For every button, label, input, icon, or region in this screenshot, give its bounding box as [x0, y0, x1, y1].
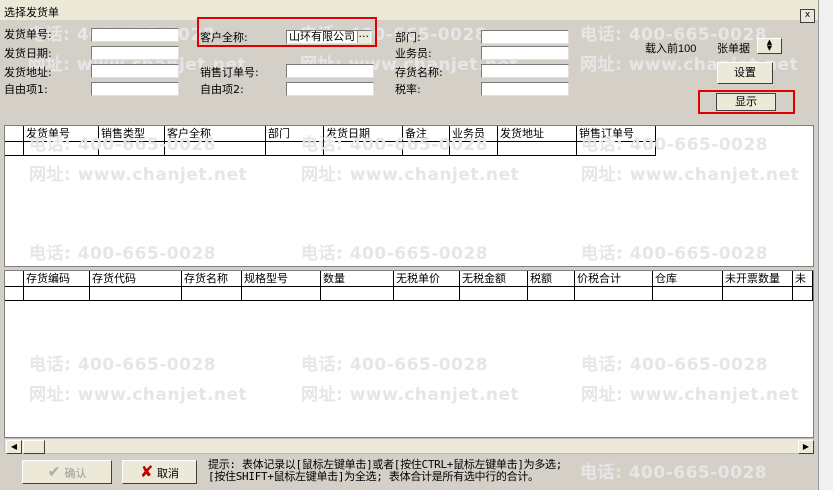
delivery-header-table[interactable]: 发货单号 销售类型 客户全称 部门 发货日期 备注 业务员 发货地址 销售订单号… [4, 125, 814, 267]
watermark-phone: 电话: 400-665-0028 [29, 244, 217, 264]
watermark-phone: 电话: 400-665-0028 [581, 244, 769, 264]
close-button[interactable]: x [800, 9, 815, 23]
confirm-button[interactable]: ✔ 确认 [22, 460, 112, 484]
hint-text: 提示: 表体记录以[鼠标左键单击]或者[按住CTRL+鼠标左键单击]为多选; [… [208, 459, 562, 483]
column-header[interactable] [5, 271, 24, 287]
title-bar: 选择发货单 x [0, 0, 818, 23]
watermark-phone: 电话: 400-665-0028 [301, 355, 489, 375]
label-tax-rate: 税率: [395, 83, 421, 96]
watermark-site: 网址: www.chanjet.net [29, 385, 248, 405]
label-custom1: 自由项1: [4, 83, 48, 96]
delivery-address-input[interactable] [91, 64, 179, 78]
watermark-site: 网址: www.chanjet.net [301, 165, 520, 185]
column-header[interactable]: 仓库 [653, 271, 723, 287]
column-header[interactable]: 未开票数量 [723, 271, 793, 287]
arrow-right-icon[interactable]: ▶ [798, 440, 814, 454]
settings-button[interactable]: 设置 [717, 62, 773, 84]
label-department: 部门: [395, 31, 421, 44]
sales-order-no-input[interactable] [286, 64, 374, 78]
salesman-input[interactable] [481, 46, 569, 60]
label-custom2: 自由项2: [200, 83, 244, 96]
x-icon: ✘ [140, 462, 154, 481]
delivery-no-input[interactable] [91, 28, 179, 42]
table-row[interactable] [5, 287, 813, 301]
highlight-customer [197, 17, 377, 47]
load-count: 100 [678, 43, 697, 55]
close-icon: x [804, 10, 811, 20]
column-header[interactable]: 无税单价 [394, 271, 460, 287]
check-icon: ✔ [47, 462, 61, 481]
background-window-edge [818, 0, 833, 490]
horizontal-scrollbar[interactable]: ◀ ▶ [4, 438, 814, 454]
custom2-input[interactable] [286, 82, 374, 96]
inventory-name-input[interactable] [481, 64, 569, 78]
label-delivery-date: 发货日期: [4, 47, 52, 60]
watermark-phone: 电话: 400-665-0028 [29, 355, 217, 375]
confirm-label: 确认 [64, 467, 87, 480]
label-delivery-no: 发货单号: [4, 28, 52, 41]
hint-line2: [按住SHIFT+鼠标左键单击]为全选; 表体合计是所有选中行的合计。 [208, 470, 539, 483]
watermark-phone: 电话: 400-665-0028 [581, 135, 769, 155]
column-header[interactable]: 未 [793, 271, 813, 287]
load-suffix: 张单据 [717, 42, 750, 55]
column-header[interactable]: 规格型号 [242, 271, 321, 287]
tax-rate-input[interactable] [481, 82, 569, 96]
column-header[interactable]: 存货编码 [24, 271, 90, 287]
watermark-site: 网址: www.chanjet.net [29, 165, 248, 185]
table-header-row: 存货编码 存货代码 存货名称 规格型号 数量 无税单价 无税金额 税额 价税合计… [5, 271, 813, 287]
watermark-phone: 电话: 400-665-0028 [580, 463, 768, 483]
show-button[interactable]: 显示 [716, 93, 776, 111]
delivery-detail-table[interactable]: 存货编码 存货代码 存货名称 规格型号 数量 无税单价 无税金额 税额 价税合计… [4, 270, 814, 438]
column-header[interactable]: 发货地址 [498, 126, 577, 142]
department-input[interactable] [481, 30, 569, 44]
watermark-site: 网址: www.chanjet.net [581, 165, 800, 185]
column-header[interactable]: 价税合计 [575, 271, 653, 287]
custom1-input[interactable] [91, 82, 179, 96]
arrow-left-icon[interactable]: ◀ [6, 440, 22, 454]
column-header[interactable]: 税额 [528, 271, 575, 287]
watermark-phone: 电话: 400-665-0028 [301, 135, 489, 155]
column-header[interactable] [5, 126, 24, 142]
cancel-button[interactable]: ✘ 取消 [122, 460, 197, 484]
load-prefix: 载入前100 [645, 42, 697, 55]
delivery-date-input[interactable] [91, 46, 179, 60]
window-title: 选择发货单 [4, 6, 59, 19]
select-delivery-dialog: 选择发货单 x 电话: 400-665-0028 电话: 400-665-002… [0, 0, 818, 490]
column-header[interactable]: 数量 [321, 271, 394, 287]
scrollbar-thumb[interactable] [23, 440, 45, 454]
watermark-phone: 电话: 400-665-0028 [29, 135, 217, 155]
cancel-label: 取消 [156, 467, 179, 480]
label-salesman: 业务员: [395, 47, 432, 60]
watermark-site: 网址: www.chanjet.net [581, 385, 800, 405]
load-count-spinner[interactable]: ▲ ▼ [757, 38, 782, 54]
column-header[interactable]: 存货名称 [182, 271, 242, 287]
watermark-phone: 电话: 400-665-0028 [301, 244, 489, 264]
column-header[interactable]: 无税金额 [460, 271, 528, 287]
label-delivery-address: 发货地址: [4, 66, 52, 79]
label-inventory-name: 存货名称: [395, 66, 443, 79]
watermark-phone: 电话: 400-665-0028 [581, 355, 769, 375]
watermark-site: 网址: www.chanjet.net [301, 385, 520, 405]
label-sales-order-no: 销售订单号: [200, 66, 259, 79]
column-header[interactable]: 存货代码 [90, 271, 182, 287]
